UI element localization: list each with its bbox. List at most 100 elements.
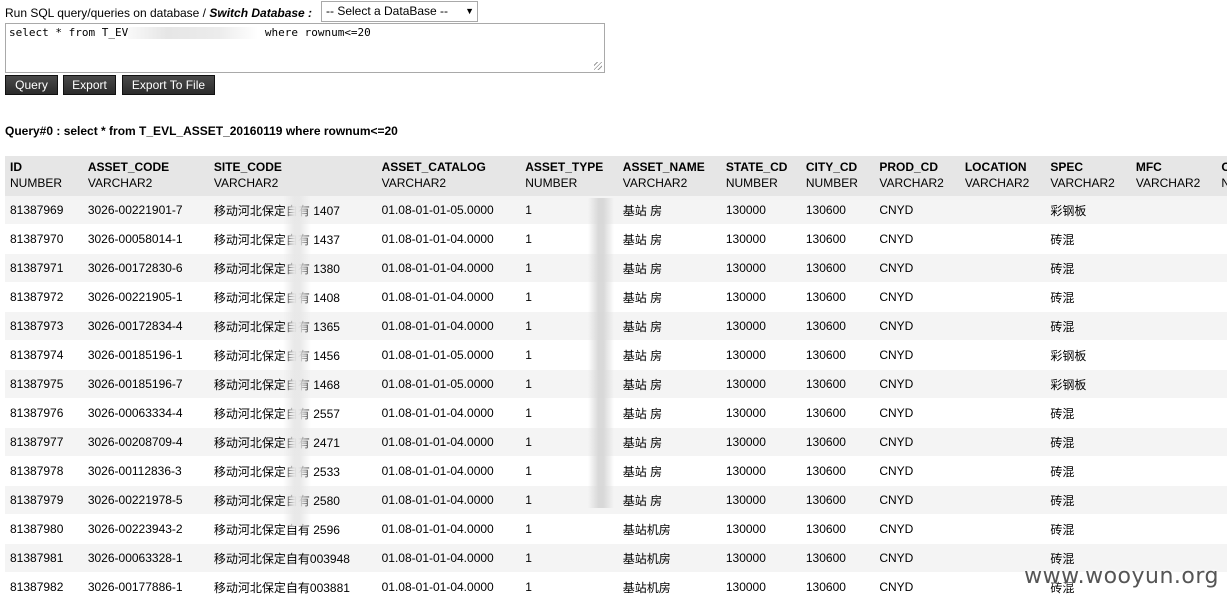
column-header: PROD_CD VARCHAR2 — [874, 156, 960, 196]
query-button[interactable]: Query — [5, 75, 58, 95]
column-name: ASSET_CODE — [87, 160, 170, 174]
table-cell — [1130, 196, 1217, 225]
table-cell: 基站 房 — [617, 369, 721, 399]
column-header: SITE_CODE VARCHAR2 — [208, 156, 377, 196]
sql-text-end: where rownum<=20 — [264, 26, 371, 39]
table-cell: 130000 — [720, 253, 801, 283]
table-cell: 砖混 — [1045, 224, 1131, 254]
table-cell: 130600 — [800, 398, 875, 428]
run-sql-label: Run SQL query/queries on database / — [5, 6, 210, 20]
export-button[interactable]: Export — [63, 75, 116, 95]
table-cell: 130000 — [720, 196, 801, 225]
table-cell: 130000 — [720, 282, 801, 312]
table-cell: 基站机房 — [617, 514, 721, 544]
table-cell — [959, 311, 1046, 341]
column-type: VARCHAR2 — [622, 176, 688, 190]
table-cell — [1130, 369, 1217, 399]
table-row: 81387972 3026-00221905-1 移动河北保定自有 1408 01.0… — [5, 282, 1227, 312]
table-cell: CNYD — [874, 572, 960, 602]
table-cell: 砖混 — [1045, 253, 1131, 283]
table-row: 81387973 3026-00172834-4 移动河北保定自有 1365 01.0… — [5, 311, 1227, 341]
results-table-container[interactable]: ID NUMBER ASSET_CODE VARCHAR2 SITE_CODE VARCH… — [5, 156, 1227, 603]
table-cell — [959, 253, 1046, 283]
table-row: 81387976 3026-00063334-4 移动河北保定自有 2557 01.0… — [5, 398, 1227, 428]
table-cell: 3026-00208709-4 — [82, 427, 209, 457]
table-cell: 81387975 — [5, 369, 83, 399]
table-cell — [1130, 456, 1217, 486]
table-cell: 01.08-01-01-05.0000 — [376, 196, 521, 225]
table-cell: 130600 — [800, 311, 875, 341]
table-cell: 移动河北保定自有003881 — [208, 572, 377, 602]
table-cell — [959, 224, 1046, 254]
table-body: 81387969 3026-00221901-7 移动河北保定自有 1407 01.0… — [5, 196, 1227, 602]
table-cell — [1216, 398, 1227, 428]
chevron-down-icon: ▼ — [465, 6, 474, 16]
table-cell: 3026-00221901-7 — [82, 196, 209, 225]
table-cell: CNYD — [874, 369, 960, 399]
resize-grip-icon[interactable] — [594, 62, 602, 70]
table-cell: 3026-00058014-1 — [82, 224, 209, 254]
table-cell: 基站 房 — [617, 282, 721, 312]
table-cell: 3026-00063334-4 — [82, 398, 209, 428]
table-cell: 130000 — [720, 456, 801, 486]
table-cell: CNYD — [874, 456, 960, 486]
table-cell: 81387974 — [5, 340, 83, 370]
table-cell: 01.08-01-01-04.0000 — [376, 485, 521, 515]
column-type: VARCHAR2 — [879, 176, 944, 190]
table-row: 81387978 3026-00112836-3 移动河北保定自有 2533 01.0… — [5, 456, 1227, 486]
table-cell: 砖混 — [1045, 427, 1131, 457]
table-cell: 基站机房 — [617, 543, 721, 573]
database-select[interactable]: -- Select a DataBase -- ▼ — [321, 1, 478, 22]
table-cell: 130600 — [800, 340, 875, 370]
results-table: ID NUMBER ASSET_CODE VARCHAR2 SITE_CODE VARCH… — [5, 156, 1227, 602]
query-result-title: Query#0 : select * from T_EVL_ASSET_2016… — [5, 124, 398, 138]
watermark-text: www.wooyun.org — [1024, 564, 1219, 589]
table-cell: 3026-00185196-1 — [82, 340, 209, 370]
column-header: ASSET_NAME VARCHAR2 — [617, 156, 721, 196]
table-cell: 130000 — [720, 485, 801, 515]
table-cell: 81387970 — [5, 224, 83, 254]
table-cell: 130600 — [800, 224, 875, 254]
table-cell: 130600 — [800, 456, 875, 486]
column-header: ASSET_TYPE NUMBER — [520, 156, 618, 196]
table-cell: 砖混 — [1045, 485, 1131, 515]
table-cell: 130000 — [720, 340, 801, 370]
sql-query-input[interactable]: select * from T_EV where rownum<=20 — [5, 23, 605, 73]
redaction-blur — [588, 198, 614, 508]
table-cell: CNYD — [874, 340, 960, 370]
table-cell — [959, 456, 1046, 486]
table-cell — [1216, 253, 1227, 283]
column-type: VARCHAR2 — [213, 176, 279, 190]
table-cell: 81387978 — [5, 456, 83, 486]
run-sql-header: Run SQL query/queries on database / Swit… — [5, 3, 312, 23]
table-cell: CNYD — [874, 514, 960, 544]
column-type: NUMBER — [525, 176, 578, 190]
table-cell: CNYD — [874, 196, 960, 225]
table-cell: 130600 — [800, 572, 875, 602]
table-cell: 81387979 — [5, 485, 83, 515]
table-cell: 3026-00185196-7 — [82, 369, 209, 399]
table-cell — [1130, 427, 1217, 457]
table-cell — [1216, 485, 1227, 515]
table-cell: 81387981 — [5, 543, 83, 573]
table-cell: 130000 — [720, 514, 801, 544]
table-cell: 81387972 — [5, 282, 83, 312]
export-to-file-button[interactable]: Export To File — [122, 75, 215, 95]
table-cell: 130000 — [720, 427, 801, 457]
column-type: NUMBER — [1221, 176, 1227, 190]
redaction-mask — [128, 27, 259, 39]
column-name: CITY_CD — [805, 160, 858, 174]
table-cell — [1130, 485, 1217, 515]
table-cell: 130000 — [720, 369, 801, 399]
column-header: CITY_CD NUMBER — [800, 156, 875, 196]
table-cell: 基站 房 — [617, 311, 721, 341]
table-cell: 3026-00172830-6 — [82, 253, 209, 283]
table-cell — [1130, 253, 1217, 283]
table-cell — [1216, 196, 1227, 225]
table-cell: 01.08-01-01-05.0000 — [376, 340, 521, 370]
table-cell: 基站 房 — [617, 427, 721, 457]
table-cell: 81387982 — [5, 572, 83, 602]
table-cell: 01.08-01-01-04.0000 — [376, 282, 521, 312]
table-cell: CNYD — [874, 311, 960, 341]
table-cell: 彩钢板 — [1045, 340, 1131, 370]
